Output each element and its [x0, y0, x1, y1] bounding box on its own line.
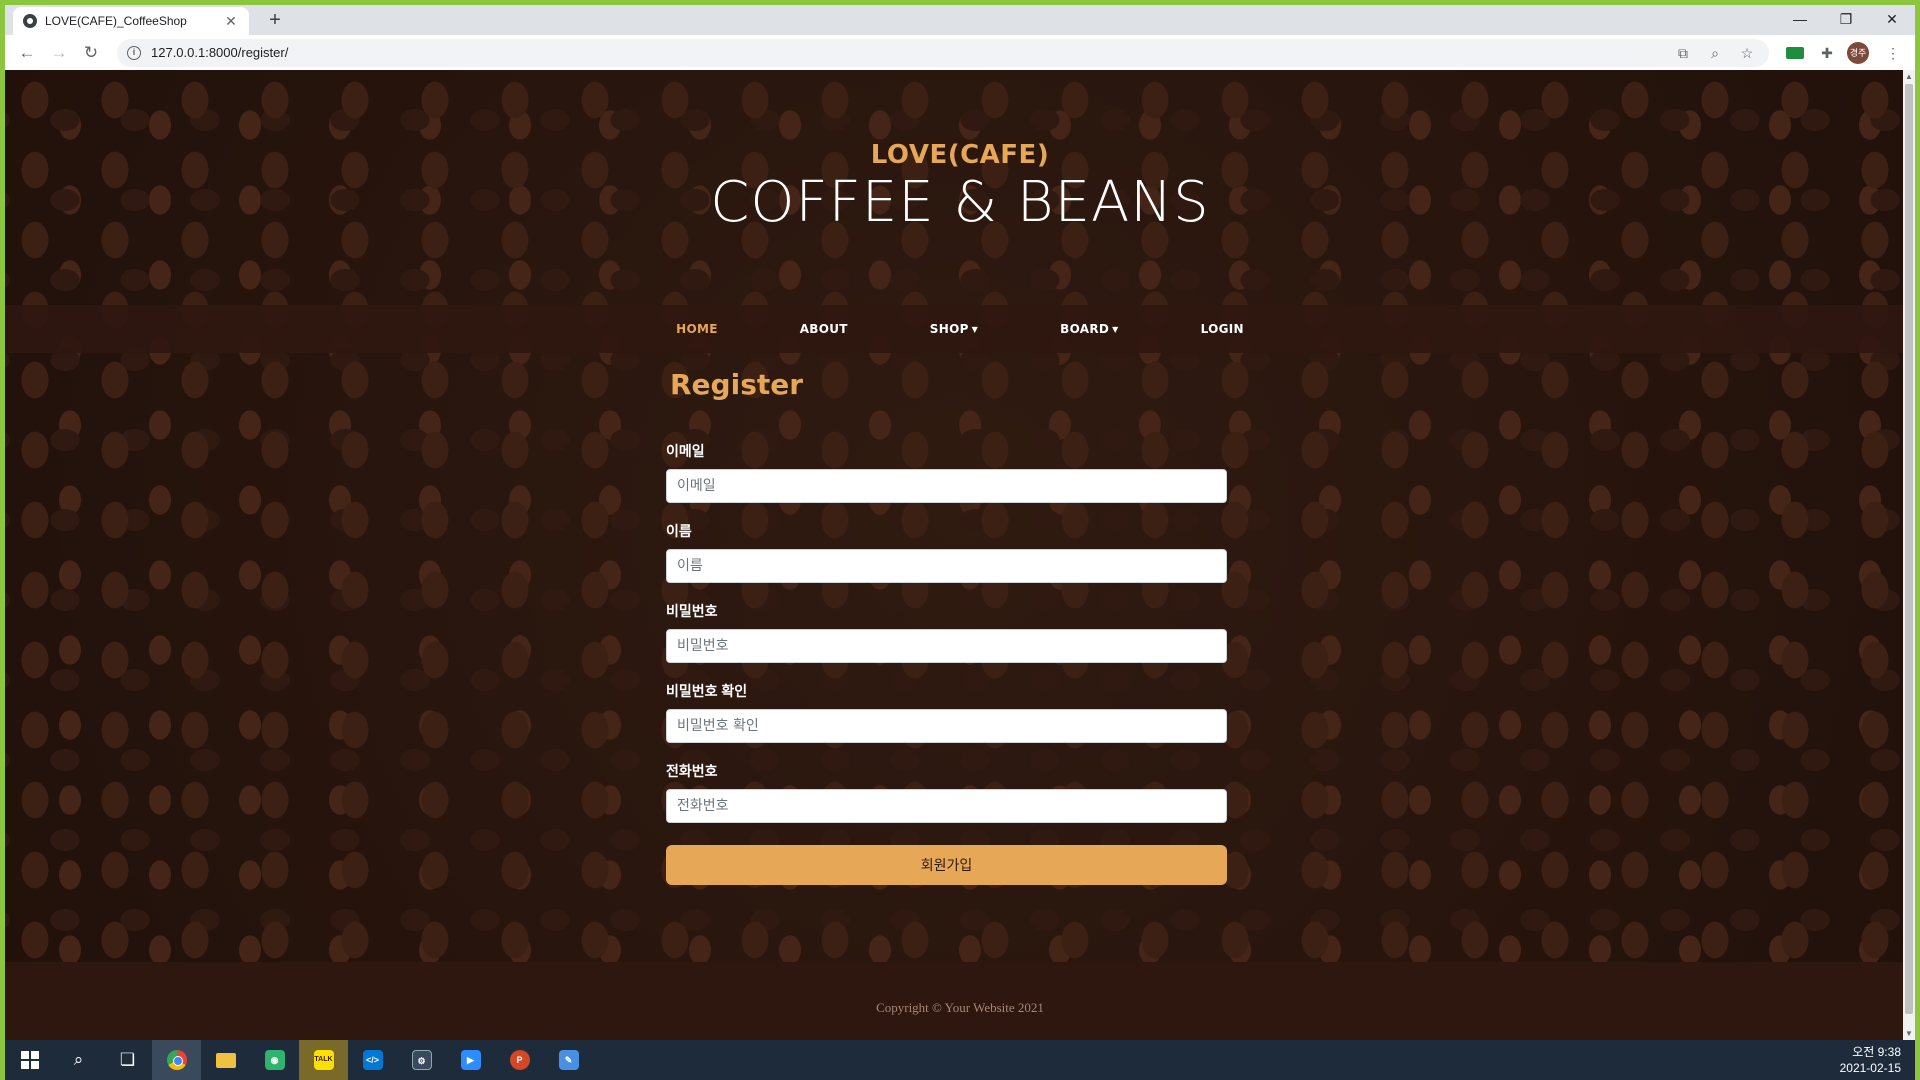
caret-down-icon: ▼ — [1112, 325, 1119, 334]
translate-icon[interactable]: ⧉ — [1671, 41, 1695, 65]
browser-toolbar: ← → ↻ i 127.0.0.1:8000/register/ ⧉ ⌕ ☆ ✚… — [5, 35, 1915, 70]
taskbar-app-icon[interactable]: ⚙ — [397, 1040, 446, 1080]
zoom-icon[interactable]: ⌕ — [1703, 41, 1727, 65]
site-footer: Copyright © Your Website 2021 — [5, 962, 1915, 1040]
phone-field-group: 전화번호 — [666, 761, 1236, 823]
clock-time: 오전 9:38 — [1852, 1045, 1901, 1059]
register-button[interactable]: 회원가입 — [666, 845, 1227, 885]
address-bar[interactable]: i 127.0.0.1:8000/register/ ⧉ ⌕ ☆ — [117, 38, 1769, 67]
zoom-app-icon[interactable]: ▶ — [446, 1040, 495, 1080]
windows-logo-icon — [20, 1051, 39, 1069]
password-field[interactable] — [666, 629, 1227, 663]
nav-about[interactable]: ABOUT — [800, 322, 848, 336]
name-field-group: 이름 — [666, 521, 1236, 583]
main-navbar: HOME ABOUT SHOP ▼ BOARD ▼ LOGIN — [5, 305, 1915, 353]
taskbar-chrome-icon[interactable] — [152, 1040, 201, 1080]
window-controls: — ❐ ✕ — [1777, 5, 1915, 35]
email-field-group: 이메일 — [666, 441, 1236, 503]
password-label: 비밀번호 — [666, 603, 718, 619]
nav-login[interactable]: LOGIN — [1201, 322, 1244, 336]
phone-label: 전화번호 — [666, 763, 718, 779]
close-window-button[interactable]: ✕ — [1869, 5, 1915, 35]
register-form: Register 이메일 이름 비밀번호 비밀번호 확인 전화번호 회원가입 — [666, 368, 1236, 885]
forward-arrow-icon[interactable]: → — [45, 39, 73, 67]
tab-title: LOVE(CAFE)_CoffeeShop — [45, 14, 187, 28]
clock-date: 2021-02-15 — [1839, 1061, 1901, 1075]
password-confirm-label: 비밀번호 확인 — [666, 683, 748, 699]
site-heading: LOVE(CAFE) COFFEE & BEANS — [5, 140, 1915, 234]
password-confirm-field-group: 비밀번호 확인 — [666, 681, 1236, 743]
nav-board[interactable]: BOARD ▼ — [1060, 322, 1118, 336]
reload-icon[interactable]: ↻ — [77, 39, 105, 67]
scroll-thumb[interactable] — [1905, 84, 1913, 1014]
favicon-icon — [23, 14, 37, 28]
page-title: Register — [670, 368, 804, 401]
copyright-text: Copyright © Your Website 2021 — [876, 1000, 1044, 1015]
kakaotalk-icon[interactable]: TALK — [299, 1040, 348, 1080]
nav-shop[interactable]: SHOP ▼ — [930, 322, 978, 336]
menu-kebab-icon[interactable]: ⋮ — [1879, 39, 1907, 67]
phone-field[interactable] — [666, 789, 1227, 823]
taskbar-app-2-icon[interactable]: ✎ — [544, 1040, 593, 1080]
scroll-up-icon[interactable]: ▲ — [1905, 72, 1913, 81]
file-explorer-icon[interactable] — [201, 1040, 250, 1080]
email-field[interactable] — [666, 469, 1227, 503]
tab-strip: LOVE(CAFE)_CoffeeShop ✕ + — ❐ ✕ — [5, 5, 1915, 35]
site-heading-lower: COFFEE & BEANS — [710, 170, 1210, 235]
windows-taskbar: ⌕ ❏ ◉ TALK </> ⚙ ▶ P ✎ 오전 9:38 2021-02-1… — [5, 1040, 1915, 1080]
back-arrow-icon[interactable]: ← — [13, 39, 41, 67]
page-viewport: LOVE(CAFE) COFFEE & BEANS HOME ABOUT SHO… — [5, 70, 1915, 1040]
new-tab-button[interactable]: + — [263, 9, 287, 33]
vertical-scrollbar[interactable]: ▲ ▼ — [1903, 70, 1915, 1040]
profile-avatar[interactable]: 경주 — [1847, 41, 1869, 64]
system-clock[interactable]: 오전 9:38 2021-02-15 — [1840, 1044, 1915, 1076]
kakao-map-icon[interactable]: ◉ — [250, 1040, 299, 1080]
bookmark-star-icon[interactable]: ☆ — [1735, 41, 1759, 65]
powerpoint-icon[interactable]: P — [495, 1040, 544, 1080]
start-button[interactable] — [5, 1040, 54, 1080]
name-field[interactable] — [666, 549, 1227, 583]
nav-home[interactable]: HOME — [676, 322, 718, 336]
browser-chrome: LOVE(CAFE)_CoffeeShop ✕ + — ❐ ✕ ← → ↻ i … — [0, 0, 1920, 70]
scroll-down-icon[interactable]: ▼ — [1905, 1029, 1913, 1038]
name-label: 이름 — [666, 523, 692, 539]
minimize-button[interactable]: — — [1777, 5, 1823, 35]
url-text[interactable]: 127.0.0.1:8000/register/ — [151, 45, 1663, 60]
taskbar-search-icon[interactable]: ⌕ — [54, 1040, 103, 1080]
vscode-icon[interactable]: </> — [348, 1040, 397, 1080]
info-icon[interactable]: i — [127, 45, 141, 60]
email-label: 이메일 — [666, 443, 705, 459]
password-field-group: 비밀번호 — [666, 601, 1236, 663]
password-confirm-field[interactable] — [666, 709, 1227, 743]
close-tab-icon[interactable]: ✕ — [223, 13, 239, 30]
maximize-button[interactable]: ❐ — [1823, 5, 1869, 35]
extensions-puzzle-icon[interactable]: ✚ — [1813, 39, 1841, 67]
extension-green-icon[interactable] — [1781, 39, 1809, 67]
site-heading-upper: LOVE(CAFE) — [870, 140, 1050, 170]
caret-down-icon: ▼ — [971, 325, 979, 334]
browser-tab[interactable]: LOVE(CAFE)_CoffeeShop ✕ — [13, 7, 249, 35]
task-view-icon[interactable]: ❏ — [103, 1040, 152, 1080]
